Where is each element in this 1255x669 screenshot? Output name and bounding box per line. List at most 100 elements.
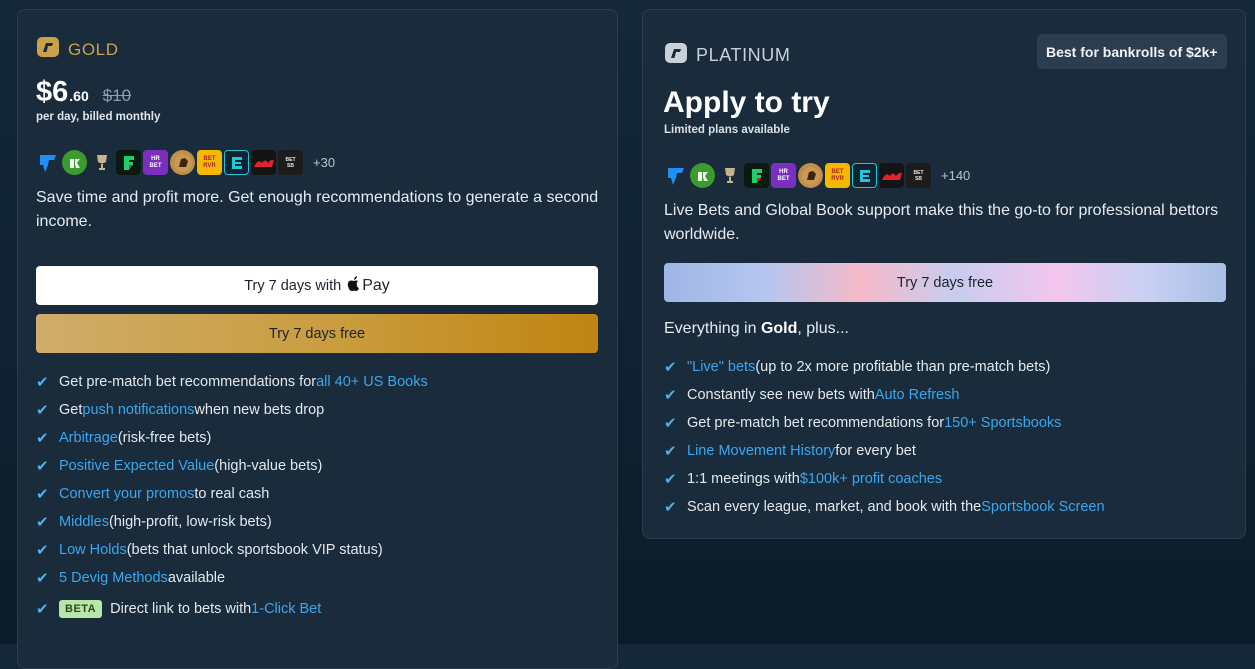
espnbet-logo-icon bbox=[852, 163, 877, 188]
feature-link[interactable]: Line Movement History bbox=[687, 443, 835, 459]
check-icon: ✔ bbox=[664, 499, 677, 516]
apple-pay-trial-button[interactable]: Try 7 days with Pay bbox=[36, 266, 598, 305]
espnbet-logo-icon bbox=[224, 150, 249, 175]
feature-text: (up to 2x more profitable than pre-match… bbox=[755, 359, 1051, 375]
check-icon: ✔ bbox=[664, 415, 677, 432]
betmgm-logo-icon bbox=[798, 163, 823, 188]
check-icon: ✔ bbox=[664, 359, 677, 376]
price-main: $6 bbox=[36, 76, 69, 108]
feature-item: ✔ 1:1 meetings with $100k+ profit coaches bbox=[664, 465, 1105, 493]
draftkings-logo-icon bbox=[690, 163, 715, 188]
check-icon: ✔ bbox=[36, 486, 49, 503]
check-icon: ✔ bbox=[36, 601, 49, 618]
feature-link[interactable]: Auto Refresh bbox=[875, 387, 960, 403]
feature-item: ✔ Get pre-match bet recommendations for 1… bbox=[664, 409, 1105, 437]
fanduel-logo-icon bbox=[35, 150, 60, 175]
feature-item: ✔ Scan every league, market, and book wit… bbox=[664, 493, 1105, 521]
plus-text: , plus... bbox=[797, 320, 849, 337]
feature-item: ✔ 5 Devig Methods available bbox=[36, 564, 428, 592]
apple-pay-mark: Pay bbox=[347, 275, 390, 296]
feature-link[interactable]: push notifications bbox=[82, 402, 194, 418]
apple-icon bbox=[347, 275, 361, 296]
bally-logo-icon bbox=[251, 150, 276, 175]
hardrock-logo-icon: HR BET bbox=[143, 150, 168, 175]
feature-text: for every bet bbox=[835, 443, 916, 459]
feature-text: Get pre-match bet recommendations for bbox=[687, 415, 945, 431]
feature-link[interactable]: "Live" bets bbox=[687, 359, 755, 375]
check-icon: ✔ bbox=[36, 430, 49, 447]
feature-text: (high-value bets) bbox=[214, 458, 323, 474]
check-icon: ✔ bbox=[36, 542, 49, 559]
apple-pay-label: Try 7 days with bbox=[244, 277, 342, 294]
feature-text: to real cash bbox=[194, 486, 270, 502]
feature-item: ✔ Arbitrage (risk-free bets) bbox=[36, 424, 428, 452]
feature-link[interactable]: 1-Click Bet bbox=[251, 601, 321, 617]
price-cents: .60 bbox=[69, 88, 89, 104]
feature-text: (high-profit, low-risk bets) bbox=[108, 514, 272, 530]
sportsbook-logos: HR BET BET RVR BET SB +30 bbox=[35, 150, 335, 175]
feature-link[interactable]: Positive Expected Value bbox=[59, 458, 214, 474]
fanduel-logo-icon bbox=[663, 163, 688, 188]
feature-link[interactable]: Convert your promos bbox=[59, 486, 194, 502]
trophy-logo-icon bbox=[717, 163, 742, 188]
check-icon: ✔ bbox=[664, 443, 677, 460]
gold-plan-card: GOLD $6 .60 $10 per day, billed monthly … bbox=[17, 9, 618, 669]
rivers-logo-icon: BET RVR bbox=[197, 150, 222, 175]
platinum-brand: PLATINUM bbox=[664, 42, 790, 69]
gold-brand: GOLD bbox=[36, 36, 119, 63]
feature-link[interactable]: Sportsbook Screen bbox=[981, 499, 1104, 515]
feature-item: ✔ Constantly see new bets with Auto Refre… bbox=[664, 381, 1105, 409]
check-icon: ✔ bbox=[36, 458, 49, 475]
fanatics-logo-icon bbox=[116, 150, 141, 175]
books-more-count: +30 bbox=[313, 155, 336, 170]
gold-brand-name: GOLD bbox=[68, 39, 119, 59]
feature-link[interactable]: 150+ Sportsbooks bbox=[944, 415, 1061, 431]
feature-link[interactable]: all 40+ US Books bbox=[316, 374, 428, 390]
feature-link[interactable]: 5 Devig Methods bbox=[59, 570, 168, 586]
platinum-headline: Apply to try bbox=[663, 86, 830, 119]
feature-text: Direct link to bets with bbox=[110, 601, 252, 617]
gold-description: Save time and profit more. Get enough re… bbox=[36, 189, 599, 230]
feature-link[interactable]: $100k+ profit coaches bbox=[800, 471, 942, 487]
gold-logo-icon bbox=[36, 36, 60, 63]
platinum-brand-name: PLATINUM bbox=[696, 45, 791, 65]
gold-free-trial-button[interactable]: Try 7 days free bbox=[36, 314, 598, 353]
books-more-count: +140 bbox=[941, 168, 971, 183]
betmgm-logo-icon bbox=[170, 150, 195, 175]
fanatics-logo-icon bbox=[744, 163, 769, 188]
platinum-logo-icon bbox=[664, 42, 688, 69]
feature-item: ✔ Convert your promos to real cash bbox=[36, 480, 428, 508]
apple-pay-brand: Pay bbox=[362, 276, 390, 294]
platinum-free-trial-button[interactable]: Try 7 days free bbox=[664, 263, 1226, 302]
plus-text: Everything in bbox=[664, 320, 761, 337]
feature-link[interactable]: Middles bbox=[59, 514, 109, 530]
platinum-feature-list: ✔ "Live" bets (up to 2x more profitable t… bbox=[664, 353, 1105, 521]
feature-item: ✔ "Live" bets (up to 2x more profitable t… bbox=[664, 353, 1105, 381]
rivers-logo-icon: BET RVR bbox=[825, 163, 850, 188]
plus-bold: Gold bbox=[760, 320, 798, 337]
draftkings-logo-icon bbox=[62, 150, 87, 175]
feature-link[interactable]: Arbitrage bbox=[59, 430, 118, 446]
feature-text: available bbox=[167, 570, 226, 586]
platinum-description: Live Bets and Global Book support make t… bbox=[664, 202, 1219, 243]
feature-item: ✔ Get push notifications when new bets dr… bbox=[36, 396, 428, 424]
feature-item: ✔ Get pre-match bet recommendations for a… bbox=[36, 368, 428, 396]
feature-text: 1:1 meetings with bbox=[687, 471, 800, 487]
feature-item: ✔ Line Movement History for every bet bbox=[664, 437, 1105, 465]
feature-text: (bets that unlock sportsbook VIP status) bbox=[126, 542, 383, 558]
feature-link[interactable]: Low Holds bbox=[59, 542, 127, 558]
feature-text: Scan every league, market, and book with… bbox=[687, 499, 982, 515]
trophy-logo-icon bbox=[89, 150, 114, 175]
fanatics-alt-logo-icon: BET SB bbox=[906, 163, 931, 188]
feature-item-beta: ✔ BETA Direct link to bets with 1-Click Be… bbox=[36, 592, 428, 626]
bally-logo-icon bbox=[879, 163, 904, 188]
fanatics-alt-logo-icon: BET SB bbox=[278, 150, 303, 175]
feature-text: Get bbox=[59, 402, 83, 418]
hardrock-logo-icon: HR BET bbox=[771, 163, 796, 188]
price-old: $10 bbox=[102, 86, 132, 105]
feature-text: Constantly see new bets with bbox=[687, 387, 875, 403]
feature-text: (risk-free bets) bbox=[117, 430, 212, 446]
platinum-subtitle: Limited plans available bbox=[664, 124, 790, 136]
sportsbook-logos: HR BET BET RVR BET SB +140 bbox=[663, 163, 970, 188]
check-icon: ✔ bbox=[36, 402, 49, 419]
